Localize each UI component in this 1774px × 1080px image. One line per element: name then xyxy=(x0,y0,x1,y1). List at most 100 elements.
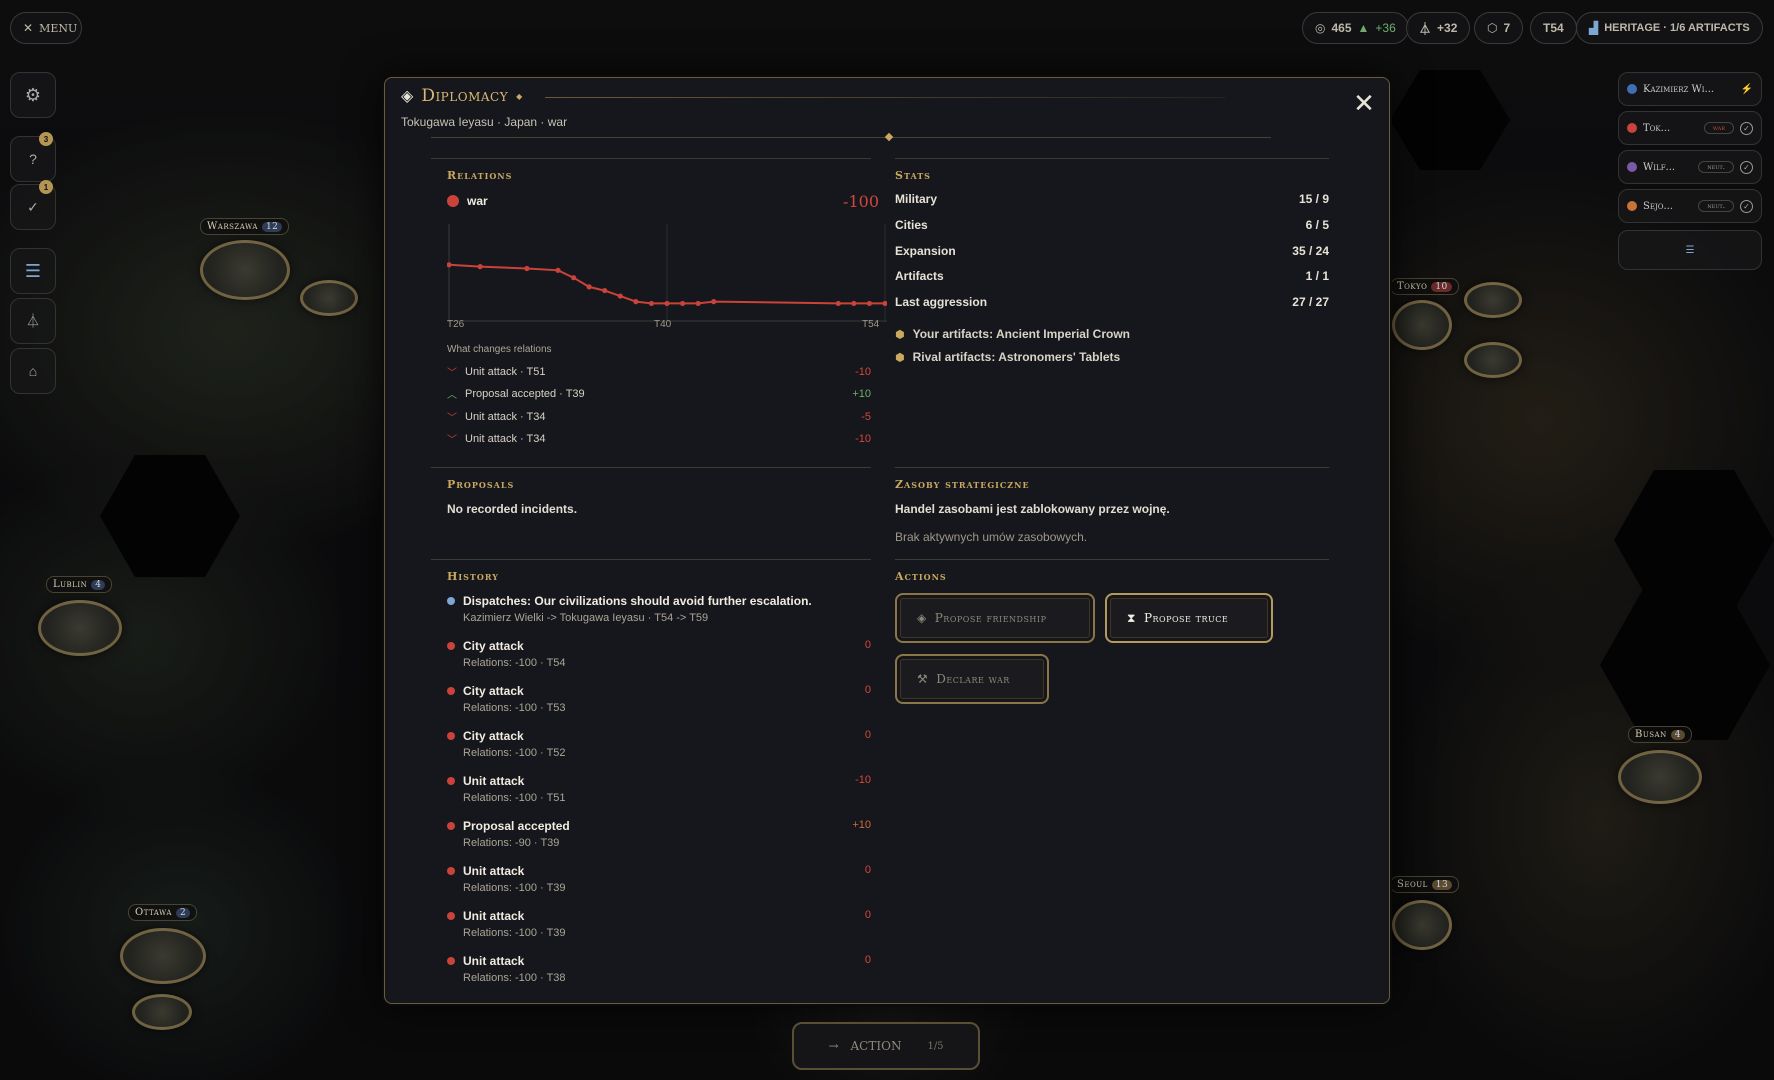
player-list-toggle[interactable]: ☰ xyxy=(1618,230,1762,270)
help-button[interactable]: ? 3 xyxy=(10,132,56,182)
city-label-busan[interactable]: Busan 4 xyxy=(1628,726,1692,743)
close-icon: ✕ xyxy=(1353,88,1375,118)
stat-row-military: Military 15 / 9 xyxy=(895,192,1329,206)
relation-change-row: ﹀ Unit attack · T34 -10 xyxy=(447,432,871,447)
status-dot xyxy=(447,732,455,740)
diamond-ornament-icon: ◆ xyxy=(516,91,523,101)
settlement[interactable] xyxy=(1464,342,1522,378)
resources-heading: Zasoby strategiczne xyxy=(895,478,1030,491)
relations-point xyxy=(602,287,608,294)
research-button[interactable]: ⏃ xyxy=(10,298,56,344)
player-row-tokugawa[interactable]: Tok... war ✓ xyxy=(1618,111,1762,145)
history-item: City attack Relations: -100 · T53 0 xyxy=(447,684,871,714)
city-label-seoul[interactable]: Seoul 13 xyxy=(1390,876,1460,893)
propose-friendship-button[interactable]: ◈ Propose friendship xyxy=(895,593,1095,643)
settlement[interactable] xyxy=(300,280,358,316)
city-label-tokyo[interactable]: Tokyo 10 xyxy=(1390,278,1459,295)
coin-icon: ◎ xyxy=(1315,21,1326,35)
list-button[interactable]: ☰ xyxy=(10,248,56,294)
chevron-down-icon: ﹀ xyxy=(447,368,457,379)
history-item: Unit attack Relations: -100 · T39 0 xyxy=(447,909,871,939)
history-item: Unit attack Relations: -100 · T38 0 xyxy=(447,954,871,984)
player-row-wilf[interactable]: Wilf... neut. ✓ xyxy=(1618,150,1762,184)
status-dot xyxy=(447,642,455,650)
axis-tick-label: T26 xyxy=(447,319,465,330)
check-circle-icon: ✓ xyxy=(1740,160,1753,174)
resources-none-text: Brak aktywnych umów zasobowych. xyxy=(895,530,1088,544)
handshake-icon: ◈ xyxy=(401,88,414,105)
end-action-button[interactable]: → ACTION 1/5 xyxy=(792,1022,980,1070)
city-lublin[interactable] xyxy=(38,600,122,656)
history-item: City attack Relations: -100 · T54 0 xyxy=(447,639,871,669)
list-icon: ☰ xyxy=(1685,244,1695,256)
changes-heading: What changes relations xyxy=(447,344,552,355)
city-label-warszawa[interactable]: Warszawa 12 xyxy=(200,218,290,235)
relation-value: -100 xyxy=(843,192,879,211)
chevron-up-icon: ︿ xyxy=(447,390,457,401)
axis-tick-label: T40 xyxy=(654,319,672,330)
triangle-up-icon: ▲ xyxy=(1357,21,1370,35)
resources-blocked-text: Handel zasobami jest zablokowany przez w… xyxy=(895,502,1170,516)
production-counter[interactable]: ⬡ 7 xyxy=(1474,12,1524,44)
player-row-sejo[interactable]: Sejo... neut. ✓ xyxy=(1618,189,1762,223)
chart-icon: ▟ xyxy=(1589,21,1599,35)
close-button[interactable]: ✕ xyxy=(1351,90,1377,116)
settlement[interactable] xyxy=(1464,282,1522,318)
status-dot xyxy=(447,957,455,965)
city-ottawa[interactable] xyxy=(120,928,206,984)
artifact-icon: ⬢ xyxy=(895,351,905,364)
settlement[interactable] xyxy=(132,994,192,1030)
status-dot xyxy=(447,822,455,830)
check-circle-icon: ✓ xyxy=(27,198,39,215)
cube-icon: ⬡ xyxy=(1487,21,1498,35)
relations-point xyxy=(664,300,670,307)
city-tokyo[interactable] xyxy=(1392,300,1452,350)
relations-point xyxy=(648,300,655,307)
check-circle-icon: ✓ xyxy=(1740,199,1753,213)
relations-point xyxy=(555,267,561,273)
heritage-button[interactable]: ▟ HERITAGE · 1/6 ARTIFACTS xyxy=(1576,12,1763,44)
lightning-icon: ⚡ xyxy=(1740,83,1753,95)
relations-point xyxy=(633,299,639,305)
tasks-button[interactable]: ✓ 1 xyxy=(10,180,56,230)
buildings-button[interactable]: ⌂ xyxy=(10,348,56,394)
gold-counter[interactable]: ◎ 465 ▲ +36 xyxy=(1302,12,1409,44)
science-counter[interactable]: ⏃ +32 xyxy=(1406,12,1471,44)
gavel-icon: ⚒ xyxy=(917,672,929,686)
city-busan[interactable] xyxy=(1618,750,1702,804)
your-artifacts: ⬢ Your artifacts: Ancient Imperial Crown xyxy=(895,327,1130,341)
stat-row-cities: Cities 6 / 5 xyxy=(895,218,1329,232)
status-dot xyxy=(447,195,459,207)
flask-icon: ⏃ xyxy=(26,313,40,329)
stat-row-last-aggression: Last aggression 27 / 27 xyxy=(895,295,1329,309)
relations-point xyxy=(570,275,577,281)
relations-point xyxy=(835,300,841,307)
declare-war-button[interactable]: ⚒ Declare war xyxy=(895,654,1049,704)
menu-button[interactable]: ✕ MENU xyxy=(10,12,82,44)
city-label-lublin[interactable]: Lublin 4 xyxy=(46,576,113,593)
relations-point xyxy=(477,264,483,270)
proposals-empty-text: No recorded incidents. xyxy=(447,502,578,516)
diplomacy-modal: ◈ Diplomacy ◆ Tokugawa Ieyasu · Japan · … xyxy=(384,77,1390,1004)
settings-button[interactable]: ⚙ xyxy=(10,72,56,118)
handshake-icon: ◈ xyxy=(917,611,927,625)
status-dot xyxy=(447,912,455,920)
axis-tick-label: T54 xyxy=(862,319,880,330)
chevron-down-icon: ﹀ xyxy=(447,413,457,424)
modal-header: ◈ Diplomacy ◆ xyxy=(401,86,522,106)
turn-counter[interactable]: T54 xyxy=(1530,12,1577,44)
history-item: Unit attack Relations: -100 · T39 0 xyxy=(447,864,871,894)
city-warszawa[interactable] xyxy=(200,240,290,300)
relation-change-row: ﹀ Unit attack · T34 -5 xyxy=(447,410,871,425)
city-seoul[interactable] xyxy=(1392,900,1452,950)
actions-heading: Actions xyxy=(895,570,947,583)
relation-change-row: ︿ Proposal accepted · T39 +10 xyxy=(447,387,871,402)
relations-heading: Relations xyxy=(447,169,513,182)
propose-truce-button[interactable]: ⧗ Propose truce xyxy=(1105,593,1273,643)
relations-point xyxy=(695,300,701,307)
player-row-kazimierz[interactable]: Kazimierz Wi... ⚡ xyxy=(1618,72,1762,106)
player-color-dot xyxy=(1627,84,1637,94)
history-item: City attack Relations: -100 · T52 0 xyxy=(447,729,871,759)
city-label-ottawa[interactable]: Ottawa 2 xyxy=(128,904,198,921)
player-color-dot xyxy=(1627,162,1637,172)
